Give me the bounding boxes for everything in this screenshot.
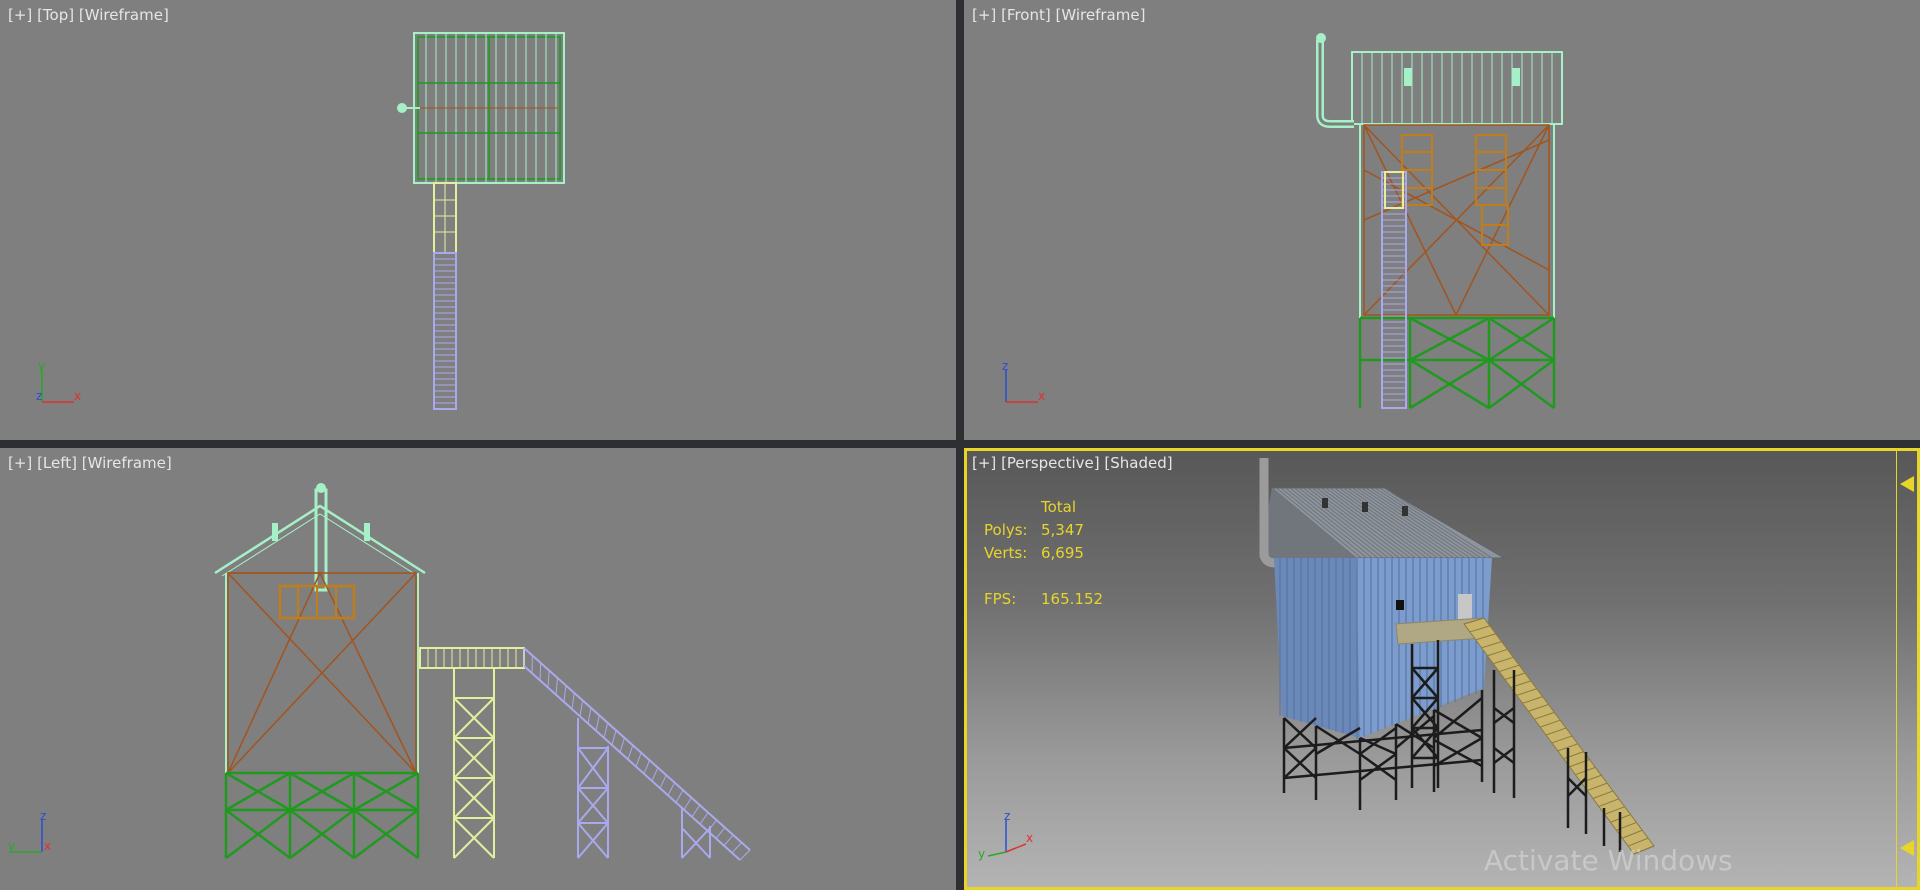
viewport-layout: [+] [Top] [Wireframe] y z x [+] [Front] … xyxy=(0,0,1920,890)
axis-label-up: y xyxy=(38,362,45,373)
viewport-top[interactable]: [+] [Top] [Wireframe] y z x xyxy=(0,0,956,440)
viewport-left[interactable]: [+] [Left] [Wireframe] z y x xyxy=(0,448,956,890)
axis-gizmo-top: y z x xyxy=(30,359,90,422)
left-wireframe-model[interactable] xyxy=(0,448,956,890)
front-wireframe-model[interactable] xyxy=(964,0,1920,440)
axis-label-right: x xyxy=(44,839,51,853)
axis-label-up: z xyxy=(1002,362,1008,373)
top-wireframe-model[interactable] xyxy=(0,0,956,440)
axis-label-up: z xyxy=(1004,812,1010,823)
axis-label-up: z xyxy=(40,812,46,823)
axis-label-right: x xyxy=(1026,831,1033,845)
clipping-bottom-marker-icon[interactable] xyxy=(1900,840,1914,856)
viewport-right-ruler xyxy=(1896,448,1920,890)
axis-gizmo-left: z y x xyxy=(6,809,66,872)
axis-label-left: y xyxy=(8,839,15,853)
axis-label-right: x xyxy=(1038,389,1045,403)
axis-label-left: y xyxy=(978,847,985,861)
viewport-perspective[interactable]: [+] [Perspective] [Shaded] Total Polys: 5… xyxy=(964,448,1920,890)
axis-gizmo-perspective: z y x xyxy=(974,809,1034,872)
axis-label-right: x xyxy=(74,389,81,403)
activate-windows-watermark: Activate Windows xyxy=(1484,844,1733,877)
axis-gizmo-front: z x xyxy=(994,359,1054,422)
axis-label-left: z xyxy=(36,389,42,403)
clipping-top-marker-icon[interactable] xyxy=(1900,476,1914,492)
viewport-front[interactable]: [+] [Front] [Wireframe] z x xyxy=(964,0,1920,440)
perspective-shaded-model[interactable] xyxy=(964,448,1894,890)
